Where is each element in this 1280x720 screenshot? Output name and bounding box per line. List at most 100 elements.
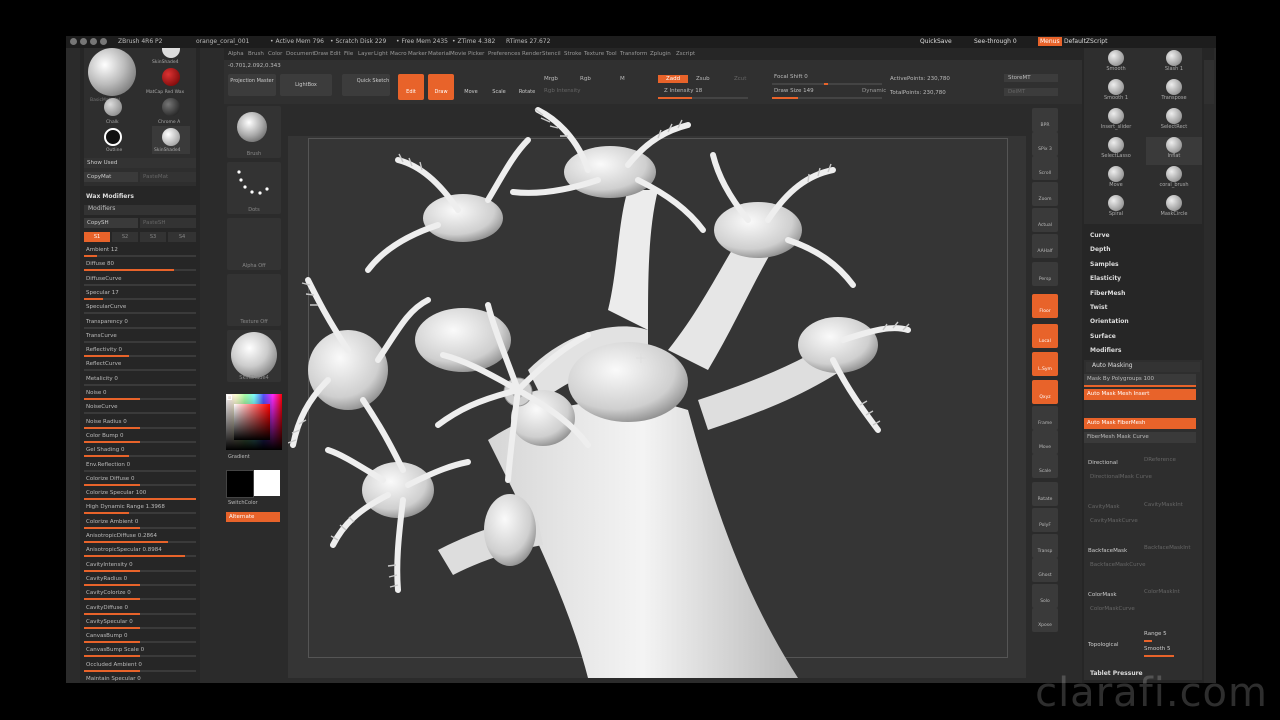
mask-by-polygroups-slider[interactable]: Mask By Polygroups 100 xyxy=(1084,374,1196,385)
zcut-button[interactable]: Zcut xyxy=(734,76,746,82)
current-material-preview[interactable] xyxy=(88,48,136,96)
menu-picker[interactable]: Picker xyxy=(468,51,484,57)
brush-smooth[interactable]: Smooth xyxy=(1088,50,1144,78)
dynamic-toggle[interactable]: Dynamic xyxy=(862,88,886,94)
wax-modifiers-heading[interactable]: Wax Modifiers xyxy=(86,193,134,200)
zadd-button[interactable]: Zadd xyxy=(658,75,689,83)
range-slider[interactable]: Range 5 xyxy=(1144,631,1167,637)
modifier-slider[interactable]: CavitySpecular 0 xyxy=(84,618,196,629)
section-fibermesh[interactable]: FiberMesh xyxy=(1090,290,1125,297)
dreference-slider[interactable]: DReference xyxy=(1144,457,1176,463)
view-button-qxyz[interactable]: Qxyz xyxy=(1032,380,1058,404)
section-modifiers[interactable]: Modifiers xyxy=(1090,347,1122,354)
view-button-zoom[interactable]: Zoom xyxy=(1032,182,1058,206)
brush-smooth-1[interactable]: Smooth 1 xyxy=(1088,79,1144,107)
modifier-slider[interactable]: Colorize Specular 100 xyxy=(84,489,196,501)
auto-mask-mesh-insert-toggle[interactable]: Auto Mask Mesh Insert xyxy=(1084,389,1196,400)
section-surface[interactable]: Surface xyxy=(1090,333,1116,340)
brush-selectrect[interactable]: SelectRect xyxy=(1146,108,1202,136)
modifier-slider[interactable]: CavityDiffuse 0 xyxy=(84,604,196,615)
modifier-slider[interactable]: CavityIntensity 0 xyxy=(84,561,196,572)
tab-s3[interactable]: S3 xyxy=(140,232,166,242)
view-button-bpr[interactable]: BPR xyxy=(1032,108,1058,132)
modifier-slider[interactable]: TransCurve xyxy=(84,332,196,343)
menus-toggle[interactable]: Menus xyxy=(1038,37,1062,46)
scale-mode-button[interactable]: Scale xyxy=(486,74,512,100)
brush-inflat[interactable]: Inflat xyxy=(1146,137,1202,165)
coral-model-render[interactable] xyxy=(288,100,1026,678)
edit-mode-button[interactable]: Edit xyxy=(398,74,424,100)
lightbox-button[interactable]: LightBox xyxy=(280,74,332,96)
view-button-rotate[interactable]: Rotate xyxy=(1032,482,1058,506)
view-button-frame[interactable]: Frame xyxy=(1032,406,1058,430)
section-elasticity[interactable]: Elasticity xyxy=(1090,275,1121,282)
z-intensity-slider[interactable]: Z Intensity 18 xyxy=(664,88,702,94)
fibermesh-mask-curve[interactable]: FiberMesh Mask Curve xyxy=(1084,432,1196,443)
rgb-intensity-slider[interactable]: Rgb Intensity xyxy=(544,88,581,94)
modifier-slider[interactable]: High Dynamic Range 1.3968 xyxy=(84,503,196,515)
modifier-slider[interactable]: CanvasBump 0 xyxy=(84,632,196,644)
modifier-slider[interactable]: Color Bump 0 xyxy=(84,432,196,443)
modifier-slider[interactable]: AnisotropicSpecular 0.8984 xyxy=(84,546,196,558)
zsub-button[interactable]: Zsub xyxy=(696,76,710,82)
projection-master-button[interactable]: Projection Master xyxy=(228,74,276,96)
view-button-xpose[interactable]: Xpose xyxy=(1032,608,1058,632)
view-button-floor[interactable]: Floor xyxy=(1032,294,1058,318)
directional-mask-curve[interactable]: DirectionalMask Curve xyxy=(1090,474,1152,480)
see-through-slider[interactable]: See-through 0 xyxy=(974,38,1017,45)
move-mode-button[interactable]: Move xyxy=(458,74,484,100)
maximize-dot-icon[interactable] xyxy=(90,38,97,45)
default-zscript-button[interactable]: DefaultZScript xyxy=(1064,38,1107,45)
color-mask-int-slider[interactable]: ColorMaskInt xyxy=(1144,589,1180,595)
view-button-transp[interactable]: Transp xyxy=(1032,534,1058,558)
brush-slash-1[interactable]: Slash 1 xyxy=(1146,50,1202,78)
rgb-button[interactable]: Rgb xyxy=(580,76,591,82)
menu-render[interactable]: Render xyxy=(522,51,542,57)
menu-light[interactable]: Light xyxy=(374,51,388,57)
smooth-slider[interactable]: Smooth 5 xyxy=(1144,646,1170,652)
menu-movie[interactable]: Movie xyxy=(450,51,466,57)
menu-marker[interactable]: Marker xyxy=(408,51,427,57)
menu-layer[interactable]: Layer xyxy=(358,51,373,57)
tab-s2[interactable]: S2 xyxy=(112,232,138,242)
modifier-slider[interactable]: ReflectCurve xyxy=(84,360,196,372)
menu-draw[interactable]: Draw xyxy=(314,51,328,57)
menu-zscript[interactable]: Zscript xyxy=(676,51,695,57)
modifier-slider[interactable]: NoiseCurve xyxy=(84,403,196,415)
menu-zplugin[interactable]: Zplugin xyxy=(650,51,671,57)
view-button-persp[interactable]: Persp xyxy=(1032,262,1058,286)
close-dot-icon[interactable] xyxy=(70,38,77,45)
delmt-button[interactable]: DelMT xyxy=(1004,88,1058,96)
gradient-label[interactable]: Gradient xyxy=(228,454,250,460)
modifier-slider[interactable]: Occluded Ambient 0 xyxy=(84,661,196,672)
menu-stroke[interactable]: Stroke xyxy=(564,51,582,57)
material-thumb-outline[interactable] xyxy=(104,128,122,146)
switch-color-button[interactable]: SwitchColor xyxy=(228,500,258,506)
menu-macro[interactable]: Macro xyxy=(390,51,407,57)
view-button-aahalf[interactable]: AAHalf xyxy=(1032,234,1058,258)
tab-s4[interactable]: S4 xyxy=(168,232,196,242)
quicksave-button[interactable]: QuickSave xyxy=(920,38,952,45)
topological-toggle[interactable]: Topological xyxy=(1088,642,1118,648)
modifier-slider[interactable]: Noise 0 xyxy=(84,389,196,400)
view-button-scroll[interactable]: Scroll xyxy=(1032,156,1058,180)
modifier-slider[interactable]: CavityColorize 0 xyxy=(84,589,196,601)
directional-toggle[interactable]: Directional xyxy=(1088,460,1118,466)
show-used-button[interactable]: Show Used xyxy=(84,158,196,168)
view-button-local[interactable]: Local xyxy=(1032,324,1058,348)
menu-transform[interactable]: Transform xyxy=(620,51,647,57)
menu-tool[interactable]: Tool xyxy=(606,51,617,57)
copy-mat-button[interactable]: CopyMat xyxy=(84,172,138,182)
modifiers-heading[interactable]: Modifiers xyxy=(84,205,196,215)
menu-document[interactable]: Document xyxy=(286,51,315,57)
brush-move[interactable]: Move xyxy=(1088,166,1144,194)
view-button-ghost[interactable]: Ghost xyxy=(1032,558,1058,582)
brush-maskcircle[interactable]: MaskCircle xyxy=(1146,195,1202,223)
brush-selectlasso[interactable]: SelectLasso xyxy=(1088,137,1144,165)
draw-size-slider[interactable]: Draw Size 149 xyxy=(774,88,814,94)
modifier-slider[interactable]: Reflectivity 0 xyxy=(84,346,196,358)
secondary-color-swatch[interactable] xyxy=(254,470,280,496)
alpha-selector[interactable]: Alpha Off xyxy=(227,218,281,270)
quick-sketch-button[interactable]: Quick Sketch xyxy=(342,74,390,96)
draw-mode-button[interactable]: Draw xyxy=(428,74,454,100)
